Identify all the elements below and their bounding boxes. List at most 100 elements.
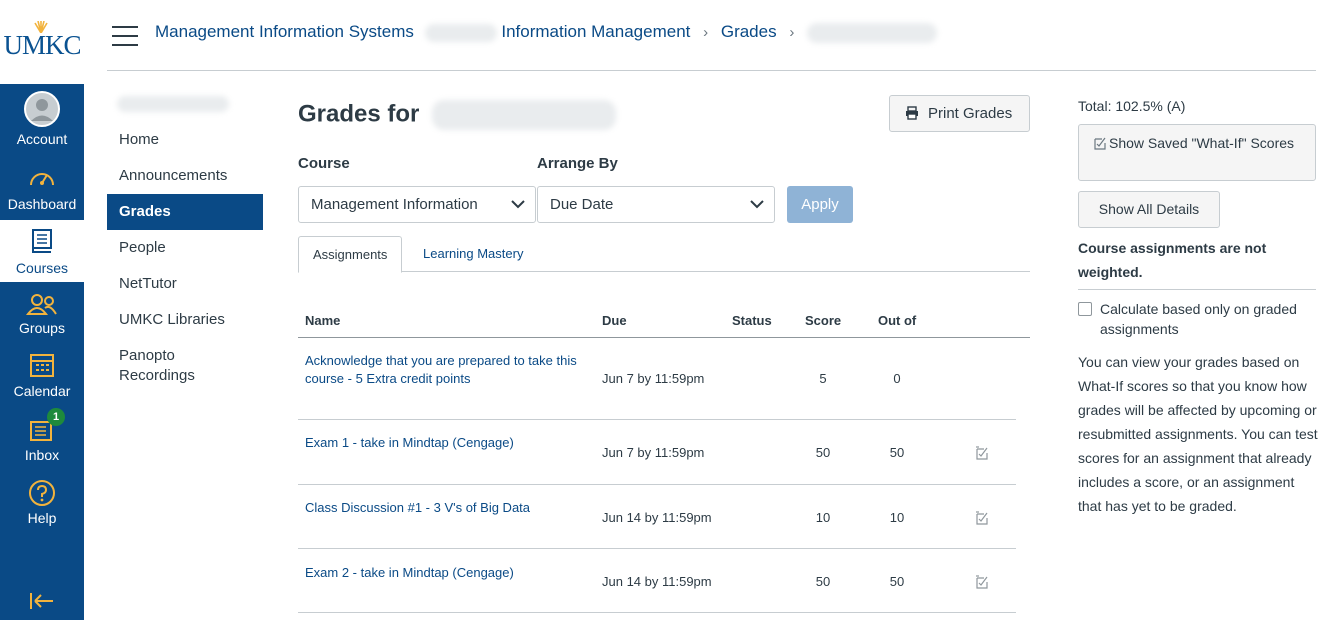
hamburger-icon xyxy=(112,26,138,28)
assignment-out-of: 50 xyxy=(889,445,905,460)
assignment-link[interactable]: Acknowledge that you are prepared to tak… xyxy=(305,352,580,388)
show-saved-whatif-button[interactable]: Show Saved "What-If" Scores xyxy=(1078,124,1316,181)
nav-calendar[interactable]: Calendar xyxy=(0,348,84,410)
show-all-details-button[interactable]: Show All Details xyxy=(1078,191,1220,228)
chevron-down-icon xyxy=(511,200,525,209)
nav-label-dashboard: Dashboard xyxy=(7,196,77,212)
header-divider xyxy=(107,70,1316,71)
course-nav-announcements[interactable]: Announcements xyxy=(119,166,227,186)
assignment-out-of: 10 xyxy=(889,510,905,525)
whatif-icon xyxy=(1094,137,1106,150)
arrange-by-select[interactable]: Due Date xyxy=(537,186,775,223)
course-select-label: Course xyxy=(298,155,350,172)
table-row: Class Discussion #1 - 3 V's of Big Data … xyxy=(298,485,1016,549)
print-grades-button[interactable]: Print Grades xyxy=(889,95,1030,132)
column-header-name[interactable]: Name xyxy=(305,313,340,328)
grades-tabs: Assignments Learning Mastery xyxy=(298,236,1030,273)
column-header-status: Status xyxy=(732,313,772,328)
courses-icon xyxy=(32,229,52,253)
tab-learning-mastery[interactable]: Learning Mastery xyxy=(409,236,537,273)
nav-label-courses: Courses xyxy=(15,260,69,276)
assignment-due: Jun 14 by 11:59pm xyxy=(602,510,712,525)
breadcrumb: Management Information Systems Informati… xyxy=(155,22,938,48)
whatif-score-icon[interactable] xyxy=(975,511,989,525)
breadcrumb-grades[interactable]: Grades xyxy=(721,22,777,41)
arrange-by-label: Arrange By xyxy=(537,155,618,172)
umkc-logo[interactable]: UMKC xyxy=(0,21,84,66)
breadcrumb-course[interactable]: Management Information Systems xyxy=(155,22,414,41)
collapse-nav-button[interactable] xyxy=(0,586,84,616)
calendar-icon xyxy=(30,354,54,377)
course-nav-umkc-libraries[interactable]: UMKC Libraries xyxy=(119,310,225,330)
page-title-text: Grades for xyxy=(298,100,420,128)
assignment-due: Jun 7 by 11:59pm xyxy=(602,445,705,460)
nav-label-calendar: Calendar xyxy=(13,383,71,399)
student-name-redacted xyxy=(432,100,617,130)
course-nav-people[interactable]: People xyxy=(119,238,166,258)
table-row: Acknowledge that you are prepared to tak… xyxy=(298,338,1016,420)
table-row: Exam 1 - take in Mindtap (Cengage) Jun 7… xyxy=(298,420,1016,485)
course-menu-toggle[interactable] xyxy=(112,26,138,46)
nav-courses[interactable]: Courses xyxy=(0,220,84,282)
assignment-score[interactable]: 5 xyxy=(808,371,838,386)
apply-button[interactable]: Apply xyxy=(787,186,853,223)
global-nav: UMKC Account Dashboard Courses Groups Ca… xyxy=(0,0,84,620)
page-title: Grades for xyxy=(298,100,617,130)
dashboard-icon xyxy=(30,173,54,186)
course-nav-grades[interactable]: Grades xyxy=(107,194,263,230)
assignment-score[interactable]: 10 xyxy=(808,510,838,525)
breadcrumb-section[interactable]: Information Management xyxy=(501,22,690,41)
inbox-unread-badge: 1 xyxy=(47,408,65,426)
breadcrumb-redacted xyxy=(424,23,497,42)
collapse-arrow-icon xyxy=(30,593,53,609)
weighting-note: Course assignments are not weighted. xyxy=(1078,240,1267,280)
assignment-link[interactable]: Class Discussion #1 - 3 V's of Big Data xyxy=(305,499,580,517)
assignment-score[interactable]: 50 xyxy=(808,445,838,460)
tab-assignments[interactable]: Assignments xyxy=(298,236,403,273)
sidebar-divider xyxy=(1078,289,1316,290)
column-header-score: Score xyxy=(805,313,842,328)
logo-sunburst-icon xyxy=(34,21,48,33)
nav-label-inbox: Inbox xyxy=(24,447,60,463)
assignment-link[interactable]: Exam 1 - take in Mindtap (Cengage) xyxy=(305,434,580,452)
nav-help[interactable]: Help xyxy=(0,476,84,538)
whatif-score-icon[interactable] xyxy=(975,575,989,589)
help-icon xyxy=(29,480,55,506)
assignment-due: Jun 14 by 11:59pm xyxy=(602,574,712,589)
table-row: Exam 2 - take in Mindtap (Cengage) Jun 1… xyxy=(298,549,1016,613)
nav-inbox[interactable]: Inbox xyxy=(0,412,84,474)
arrange-by-value: Due Date xyxy=(550,196,614,213)
assignment-link[interactable]: Exam 2 - take in Mindtap (Cengage) xyxy=(305,564,580,582)
print-grades-label: Print Grades xyxy=(928,105,1013,122)
printer-icon xyxy=(906,106,918,120)
assignment-score[interactable]: 50 xyxy=(808,574,838,589)
nav-label-account: Account xyxy=(16,131,68,147)
nav-account[interactable]: Account xyxy=(0,84,84,147)
course-nav-redacted-heading xyxy=(117,96,229,112)
breadcrumb-separator-icon: › xyxy=(789,24,795,41)
course-nav-home[interactable]: Home xyxy=(119,130,159,150)
logo-text: UMKC xyxy=(3,30,81,60)
whatif-help-text: You can view your grades based on What-I… xyxy=(1078,354,1318,514)
assignment-due: Jun 7 by 11:59pm xyxy=(602,371,705,386)
course-nav-panopto[interactable]: Panopto Recordings xyxy=(119,346,229,386)
graded-only-label[interactable]: Calculate based only on graded assignmen… xyxy=(1100,299,1322,339)
nav-label-groups: Groups xyxy=(19,320,65,336)
course-nav-nettutor[interactable]: NetTutor xyxy=(119,274,177,294)
column-header-due[interactable]: Due xyxy=(602,313,627,328)
graded-only-checkbox[interactable] xyxy=(1078,302,1092,316)
nav-label-help: Help xyxy=(27,510,57,526)
assignment-out-of: 0 xyxy=(893,371,901,386)
course-select-value: Management Information xyxy=(311,196,478,213)
breadcrumb-student-redacted xyxy=(807,22,938,43)
column-header-out-of: Out of xyxy=(878,313,917,328)
groups-icon xyxy=(25,294,57,315)
assignment-out-of: 50 xyxy=(889,574,905,589)
chevron-down-icon xyxy=(750,200,764,209)
whatif-score-icon[interactable] xyxy=(975,446,989,460)
show-saved-whatif-label: Show Saved "What-If" Scores xyxy=(1109,135,1295,151)
nav-groups[interactable]: Groups xyxy=(0,284,84,346)
course-select[interactable]: Management Information xyxy=(298,186,536,223)
total-grade: Total: 102.5% (A) xyxy=(1078,98,1186,114)
nav-dashboard[interactable]: Dashboard xyxy=(0,158,84,220)
